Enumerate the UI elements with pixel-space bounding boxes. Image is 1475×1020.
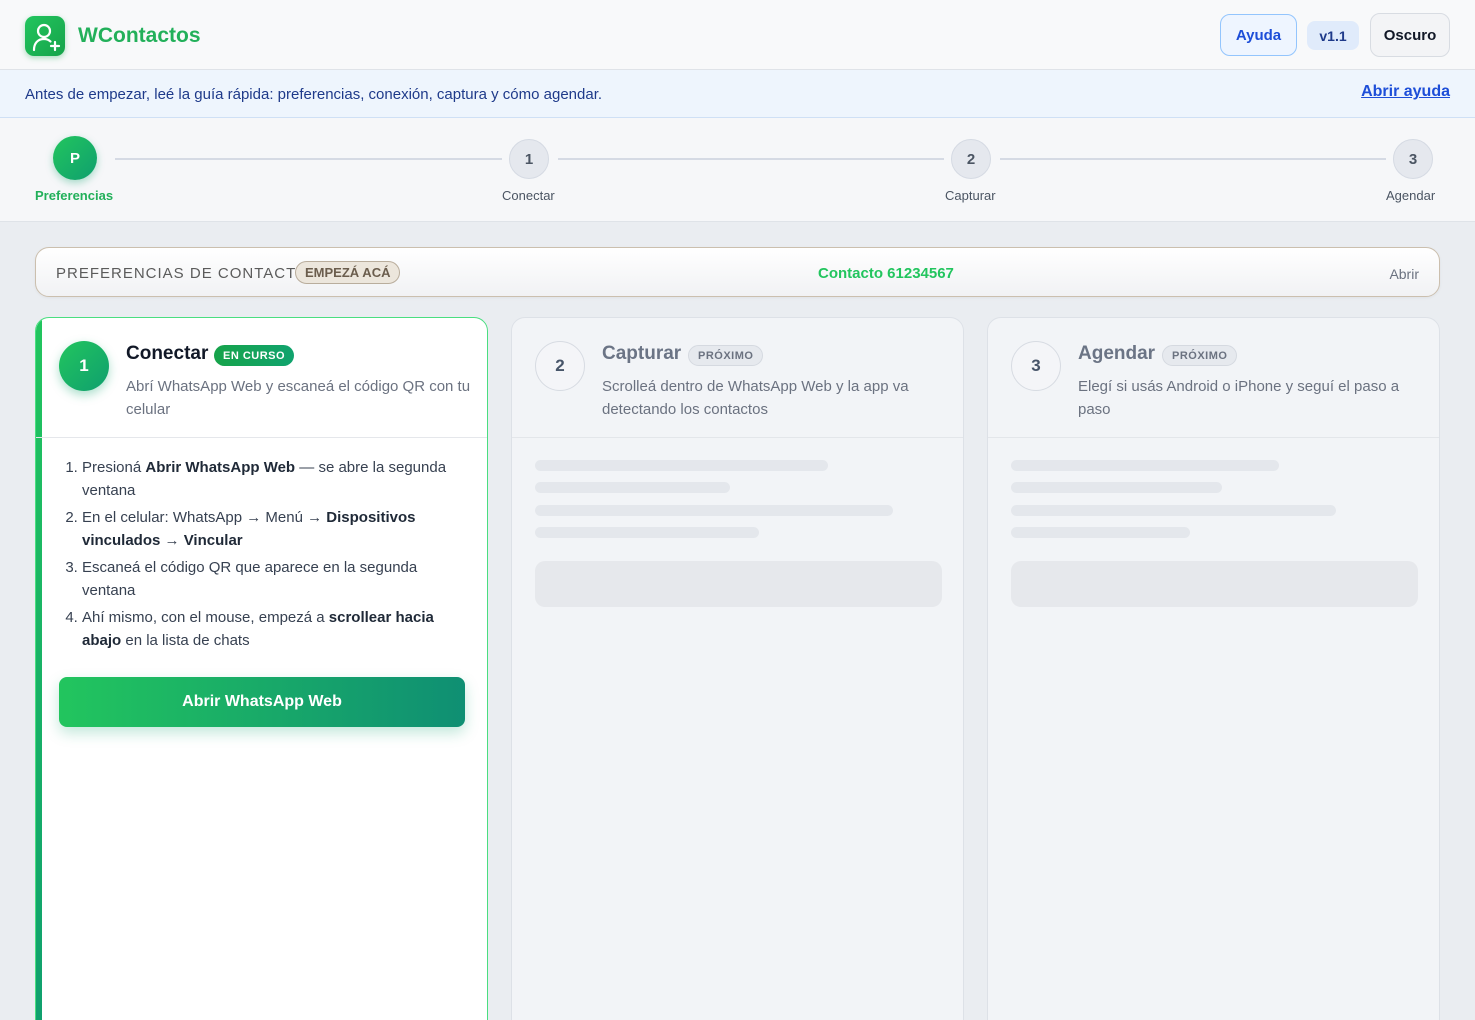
user-plus-icon (32, 23, 61, 52)
skeleton-line (535, 460, 828, 471)
open-help-link[interactable]: Abrir ayuda (1361, 83, 1450, 101)
step-label-capture: Capturar (945, 188, 996, 203)
guide-banner: Antes de empezar, leé la guía rápida: pr… (0, 70, 1475, 118)
start-here-badge: EMPEZÁ ACÁ (295, 261, 401, 284)
step-connector (1000, 158, 1386, 160)
open-whatsapp-web-button[interactable]: Abrir WhatsApp Web (59, 677, 465, 727)
card-header: 1 Conectar EN CURSO Abrí WhatsApp Web y … (36, 318, 487, 438)
skeleton-line (1011, 482, 1222, 493)
card-description: Scrolleá dentro de WhatsApp Web y la app… (602, 378, 909, 418)
card-header: 2 Capturar PRÓXIMO Scrolleá dentro de Wh… (512, 318, 963, 438)
card-title: Conectar (126, 343, 209, 364)
dark-mode-button[interactable]: Oscuro (1370, 13, 1450, 57)
card-title: Capturar (602, 343, 682, 364)
step-label-connect: Conectar (502, 188, 555, 203)
open-preferences-button[interactable]: Abrir (1389, 266, 1419, 282)
card-title: Agendar (1078, 343, 1156, 364)
guide-text: Antes de empezar, leé la guía rápida: pr… (25, 86, 603, 103)
in-progress-badge: EN CURSO (214, 345, 295, 366)
step-label-schedule: Agendar (1386, 188, 1436, 203)
skeleton-line (1011, 460, 1279, 471)
card-number: 1 (59, 341, 109, 391)
skeleton-line (535, 505, 893, 516)
preferences-title: PREFERENCIAS DE CONTACTO (56, 265, 309, 282)
app-header: WContactos Ayuda v1.1 Oscuro (0, 0, 1475, 70)
instruction-item: En el celular: WhatsApp → Menú → Disposi… (82, 507, 462, 552)
skeleton-line (535, 482, 730, 493)
step-card-capture: 2 Capturar PRÓXIMO Scrolleá dentro de Wh… (511, 317, 964, 1020)
skeleton-button (1011, 561, 1418, 607)
card-number: 3 (1011, 341, 1061, 391)
card-number: 2 (535, 341, 585, 391)
contact-name: Contacto 61234567 (818, 265, 954, 282)
instruction-item: Escaneá el código QR que aparece en la s… (82, 557, 462, 602)
step-marker-connect[interactable]: 1 (509, 139, 549, 179)
skeleton-line (535, 527, 759, 538)
step-marker-preferences[interactable]: P (53, 136, 97, 180)
help-button[interactable]: Ayuda (1220, 14, 1297, 56)
step-marker-capture[interactable]: 2 (951, 139, 991, 179)
next-badge: PRÓXIMO (1162, 345, 1238, 366)
app-title: WContactos (78, 24, 201, 47)
instruction-item: Ahí mismo, con el mouse, empezá a scroll… (82, 607, 462, 652)
contact-preferences-bar[interactable]: PREFERENCIAS DE CONTACTO EMPEZÁ ACÁ Cont… (35, 247, 1440, 297)
skeleton-line (1011, 505, 1336, 516)
skeleton-line (1011, 527, 1190, 538)
step-connector (558, 158, 944, 160)
instruction-item: Presioná Abrir WhatsApp Web — se abre la… (82, 457, 462, 502)
step-connector (115, 158, 502, 160)
step-marker-schedule[interactable]: 3 (1393, 139, 1433, 179)
instructions-list: Presioná Abrir WhatsApp Web — se abre la… (62, 457, 462, 657)
card-description: Abrí WhatsApp Web y escaneá el código QR… (126, 378, 471, 418)
next-badge: PRÓXIMO (688, 345, 764, 366)
progress-stepper: P Preferencias 1 Conectar 2 Capturar 3 A… (0, 118, 1475, 222)
version-badge: v1.1 (1307, 21, 1359, 50)
card-header: 3 Agendar PRÓXIMO Elegí si usás Android … (988, 318, 1439, 438)
step-card-connect: 1 Conectar EN CURSO Abrí WhatsApp Web y … (35, 317, 488, 1020)
card-description: Elegí si usás Android o iPhone y seguí e… (1078, 378, 1400, 418)
step-card-schedule: 3 Agendar PRÓXIMO Elegí si usás Android … (987, 317, 1440, 1020)
skeleton-button (535, 561, 942, 607)
app-logo (25, 16, 65, 56)
step-label-preferences: Preferencias (35, 188, 114, 203)
